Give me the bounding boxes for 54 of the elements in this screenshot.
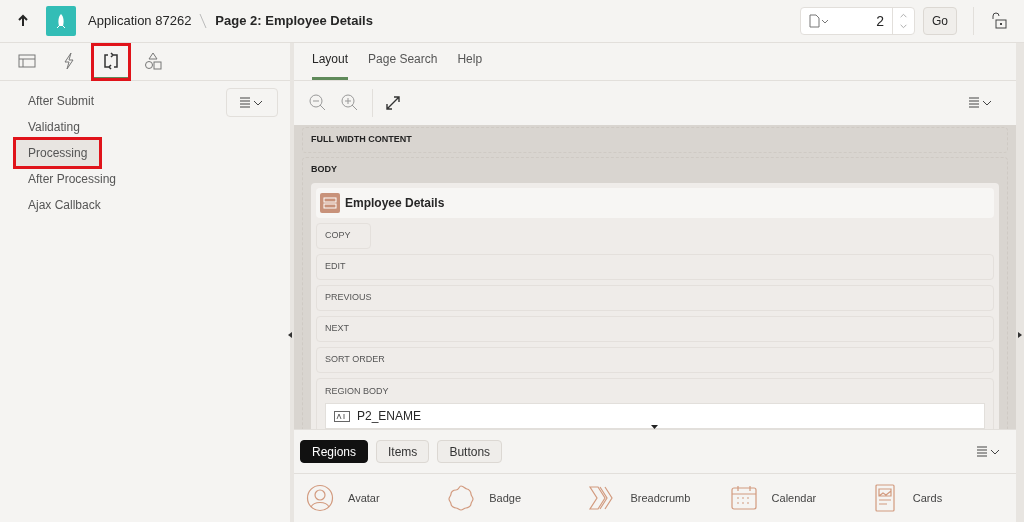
tab[interactable]: Items xyxy=(376,440,430,463)
button-slot[interactable]: SORT ORDER xyxy=(316,346,994,373)
application-link[interactable]: Application 87262 xyxy=(88,11,192,31)
button-slot[interactable]: COPY xyxy=(316,222,371,249)
button-slot[interactable]: NEXT xyxy=(316,315,994,342)
tab[interactable]: Buttons xyxy=(437,440,503,463)
component-item[interactable]: Breadcrumb xyxy=(584,478,726,518)
section-label: BODY xyxy=(311,163,338,176)
tab[interactable]: Layout xyxy=(312,50,349,80)
region-title: Employee Details xyxy=(345,194,445,212)
flower-icon xyxy=(447,484,476,512)
tab[interactable] xyxy=(92,44,130,80)
region-body-slot[interactable]: REGION BODY P2_ENAME xyxy=(316,377,994,429)
slot-label: REGION BODY xyxy=(325,384,390,398)
expand-icon[interactable] xyxy=(385,95,401,111)
tree-item[interactable]: Ajax Callback xyxy=(16,192,113,218)
shapes-icon xyxy=(143,50,163,71)
button-slot[interactable]: PREVIOUS xyxy=(316,284,994,311)
menu-icon[interactable] xyxy=(968,97,994,109)
page-item[interactable]: P2_ENAME xyxy=(325,403,985,429)
button-slot[interactable]: EDIT xyxy=(316,253,994,280)
component-item[interactable]: Cards xyxy=(866,478,1008,518)
page-title: Page 2: Employee Details xyxy=(215,12,373,31)
page-selector[interactable]: 2 xyxy=(800,7,915,35)
go-button[interactable]: Go xyxy=(923,7,957,35)
text-field-icon xyxy=(334,410,350,422)
item-name: P2_ENAME xyxy=(357,408,422,425)
tab[interactable]: Regions xyxy=(300,440,369,463)
unlock-icon[interactable] xyxy=(990,12,1008,30)
component-item[interactable]: Calendar xyxy=(725,478,867,518)
section-label: FULL WIDTH CONTENT xyxy=(311,133,413,146)
person-circle-icon xyxy=(306,484,334,512)
collapse-right-icon[interactable] xyxy=(1018,332,1022,338)
menu-icon[interactable] xyxy=(976,445,1002,458)
tree-item[interactable]: Validating xyxy=(16,114,92,140)
layout-section[interactable]: BODY Employee Details COPY EDIT PREVIOUS NEXT SORT ORDER REGION BODY P2_ENAME xyxy=(302,157,1008,429)
tree-item[interactable]: After Processing xyxy=(16,166,129,192)
page-icon xyxy=(809,14,831,28)
tab[interactable]: Help xyxy=(457,50,483,80)
calendar-icon xyxy=(729,484,758,512)
up-arrow-icon[interactable] xyxy=(16,14,30,28)
component-item[interactable]: Badge xyxy=(443,478,585,518)
cycle-icon xyxy=(101,50,121,71)
layout-section[interactable]: FULL WIDTH CONTENT xyxy=(302,127,1008,153)
page-number-field[interactable]: 2 xyxy=(831,10,892,32)
region-header[interactable]: Employee Details xyxy=(316,187,994,218)
collapse-left-icon[interactable] xyxy=(288,332,292,338)
tab[interactable]: Page Search xyxy=(368,50,438,80)
form-icon xyxy=(320,192,340,213)
region-card[interactable]: Employee Details COPY EDIT PREVIOUS NEXT SORT ORDER REGION BODY P2_ENAME xyxy=(311,182,999,429)
tree-item[interactable]: After Submit xyxy=(16,88,107,114)
tree-item[interactable]: Processing xyxy=(16,140,100,166)
component-item[interactable]: Avatar xyxy=(302,478,444,518)
separator-icon xyxy=(199,13,208,29)
